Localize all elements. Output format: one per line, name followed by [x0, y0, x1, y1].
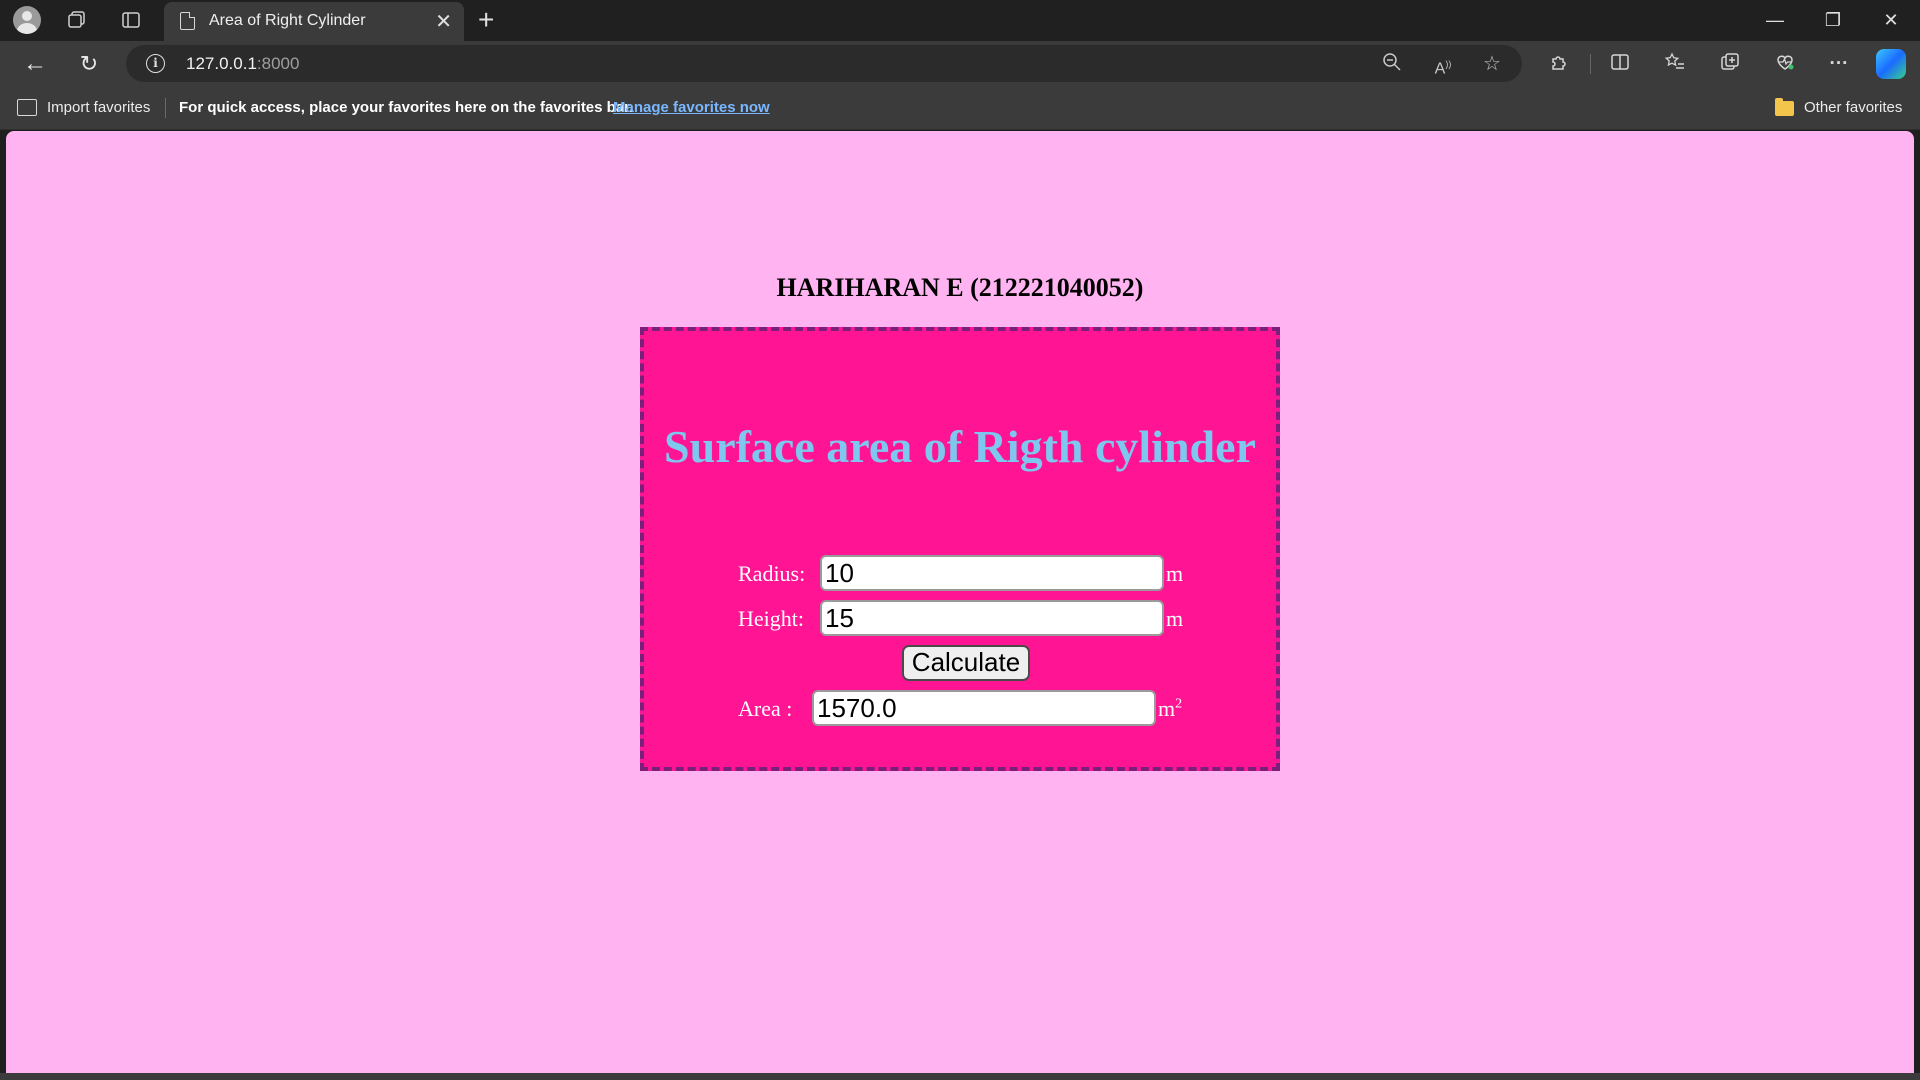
student-heading: HARIHARAN E (212221040052)	[776, 273, 1144, 302]
other-favorites-button[interactable]: Other favorites	[1804, 99, 1902, 116]
area-unit-exponent: 2	[1175, 696, 1183, 712]
browser-essentials-icon[interactable]	[1772, 51, 1798, 77]
read-aloud-icon[interactable]: A))	[1431, 52, 1455, 77]
copilot-icon[interactable]	[1876, 49, 1906, 79]
import-favorites-icon[interactable]	[17, 99, 37, 116]
extensions-icon[interactable]	[1546, 51, 1572, 77]
manage-favorites-link[interactable]: Manage favorites now	[613, 99, 770, 116]
height-input[interactable]	[820, 600, 1164, 636]
radius-unit: m	[1166, 561, 1184, 586]
restore-button[interactable]: ❐	[1810, 6, 1856, 34]
favorites-bar: Import favorites For quick access, place…	[0, 86, 1920, 130]
radius-input[interactable]	[820, 555, 1164, 591]
page-icon	[180, 12, 195, 30]
address-bar[interactable]: i 127.0.0.1:8000 A)) ☆	[126, 45, 1522, 82]
toolbar-divider	[1590, 54, 1591, 74]
active-tab[interactable]: Area of Right Cylinder ✕	[164, 2, 464, 41]
site-info-icon[interactable]: i	[146, 54, 165, 73]
tab-close-icon[interactable]: ✕	[435, 9, 452, 34]
height-label: Height:	[738, 606, 804, 631]
radius-label: Radius:	[738, 561, 806, 586]
browser-toolbar: ← ↻ i 127.0.0.1:8000 A)) ☆ ···	[0, 41, 1920, 86]
folder-icon	[1775, 98, 1794, 116]
zoom-out-icon[interactable]	[1380, 52, 1404, 76]
url-port: :8000	[256, 54, 300, 73]
area-label: Area :	[738, 696, 793, 721]
area-unit-base: m	[1158, 696, 1176, 721]
tab-actions-icon[interactable]	[116, 6, 146, 34]
minimize-button[interactable]: —	[1752, 6, 1798, 34]
favorites-divider	[165, 98, 166, 118]
page-viewport: HARIHARAN E (212221040052) Surface area …	[6, 131, 1914, 1073]
url-host: 127.0.0.1	[186, 54, 257, 73]
back-arrow-icon[interactable]: ←	[20, 49, 50, 79]
height-unit: m	[1166, 606, 1184, 631]
new-tab-button[interactable]: +	[478, 4, 494, 36]
reload-icon[interactable]: ↻	[74, 49, 104, 79]
area-unit: m2	[1158, 696, 1182, 722]
favorite-star-icon[interactable]: ☆	[1480, 52, 1504, 76]
collections-icon[interactable]	[1717, 51, 1743, 77]
page-title: Surface area of Rigth cylinder	[664, 421, 1256, 472]
split-screen-icon[interactable]	[1607, 51, 1633, 77]
close-window-button[interactable]: ✕	[1868, 6, 1914, 34]
more-options-icon[interactable]: ···	[1826, 51, 1852, 77]
profile-avatar-icon[interactable]	[12, 6, 42, 34]
title-bar: Area of Right Cylinder ✕ + — ❐ ✕	[0, 0, 1920, 41]
workspaces-icon[interactable]	[62, 6, 92, 34]
calculator-card: Surface area of Rigth cylinder Radius: m…	[640, 327, 1280, 771]
calculate-button[interactable]: Calculate	[902, 645, 1030, 681]
url-text[interactable]: 127.0.0.1:8000	[186, 54, 299, 74]
window-bottom-edge	[0, 1073, 1920, 1080]
import-favorites-button[interactable]: Import favorites	[47, 99, 150, 116]
tab-title: Area of Right Cylinder	[209, 12, 366, 29]
favorites-hint: For quick access, place your favorites h…	[179, 99, 634, 116]
area-output[interactable]	[812, 690, 1156, 726]
favorites-list-icon[interactable]	[1662, 51, 1688, 77]
